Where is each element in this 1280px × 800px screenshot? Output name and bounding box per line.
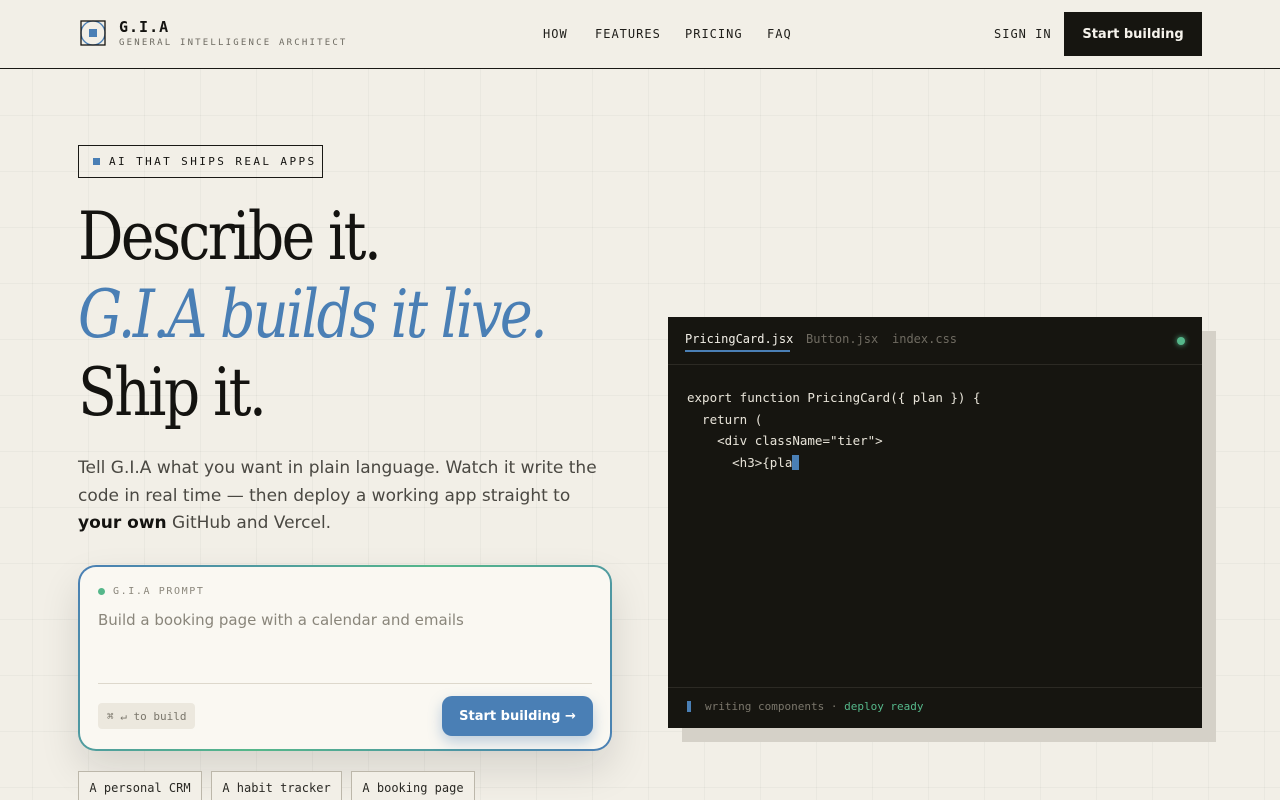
text-cursor bbox=[792, 454, 800, 470]
live-status-dot-icon bbox=[1177, 337, 1185, 345]
lead-text-start: Tell G.I.A what you want in plain langua… bbox=[78, 458, 597, 506]
headline-line-2: G.I.A builds it live. bbox=[78, 276, 548, 353]
prompt-input[interactable]: Build a booking page with a calendar and… bbox=[98, 611, 464, 629]
brand-tagline: GENERAL INTELLIGENCE ARCHITECT bbox=[119, 38, 348, 48]
code-line-current: <h3>{pla bbox=[687, 452, 981, 474]
editor-status-bar: writing components · deploy ready bbox=[687, 700, 924, 713]
prompt-label: G.I.A PROMPT bbox=[98, 586, 204, 597]
badge-square-icon bbox=[93, 158, 100, 165]
nav-link-faq[interactable]: FAQ bbox=[767, 27, 792, 41]
nav-link-pricing[interactable]: PRICING bbox=[685, 27, 743, 41]
editor-tab-button[interactable]: Button.jsx bbox=[806, 332, 878, 346]
start-building-submit-button[interactable]: Start building → bbox=[442, 696, 593, 736]
deploy-ready-status: deploy ready bbox=[844, 700, 924, 713]
keyboard-shortcut-hint: ⌘ ↵ to build bbox=[98, 703, 196, 729]
prompt-card-body: G.I.A PROMPT Build a booking page with a… bbox=[80, 567, 610, 749]
status-text: writing components · bbox=[705, 700, 845, 713]
example-chip-booking-page[interactable]: A booking page bbox=[351, 771, 475, 800]
editor-status-divider bbox=[668, 687, 1202, 688]
headline-line-3: Ship it. bbox=[78, 354, 267, 431]
sign-in-link[interactable]: SIGN IN bbox=[994, 27, 1052, 41]
lead-text-end: GitHub and Vercel. bbox=[166, 513, 332, 533]
top-navbar: G.I.A GENERAL INTELLIGENCE ARCHITECT HOW… bbox=[0, 0, 1280, 69]
code-line: export function PricingCard({ plan }) { bbox=[687, 390, 981, 405]
brand-name[interactable]: G.I.A bbox=[119, 18, 169, 36]
editor-tab-pricingcard[interactable]: PricingCard.jsx bbox=[685, 332, 793, 346]
nav-link-features[interactable]: FEATURES bbox=[595, 27, 661, 41]
lead-text-bold: your own bbox=[78, 513, 167, 533]
headline-line-1: Describe it. bbox=[78, 198, 382, 275]
nav-link-how[interactable]: HOW bbox=[543, 27, 568, 41]
prompt-label-text: G.I.A PROMPT bbox=[113, 586, 205, 597]
hero-lead: Tell G.I.A what you want in plain langua… bbox=[78, 455, 598, 538]
example-chip-habit-tracker[interactable]: A habit tracker bbox=[211, 771, 342, 800]
code-line: <div className="tier"> bbox=[687, 433, 883, 448]
code-line-text: <h3>{pla bbox=[687, 454, 793, 470]
hero-badge-label: AI THAT SHIPS REAL APPS bbox=[109, 155, 317, 168]
progress-bar-icon bbox=[687, 701, 691, 712]
code-line: return ( bbox=[687, 411, 763, 427]
example-chip-crm[interactable]: A personal CRM bbox=[78, 771, 202, 800]
editor-tab-index-css[interactable]: index.css bbox=[892, 332, 957, 346]
start-building-nav-button[interactable]: Start building bbox=[1064, 12, 1202, 56]
hero-badge: AI THAT SHIPS REAL APPS bbox=[78, 145, 323, 178]
prompt-divider bbox=[98, 683, 592, 684]
prompt-card: G.I.A PROMPT Build a booking page with a… bbox=[78, 565, 612, 751]
logo-icon[interactable] bbox=[78, 18, 108, 48]
active-tab-indicator bbox=[685, 350, 790, 352]
code-editor-panel: PricingCard.jsx Button.jsx index.css exp… bbox=[668, 317, 1202, 728]
code-area: export function PricingCard({ plan }) { … bbox=[687, 387, 981, 473]
status-dot-icon bbox=[98, 588, 105, 595]
editor-tab-divider bbox=[668, 364, 1202, 365]
